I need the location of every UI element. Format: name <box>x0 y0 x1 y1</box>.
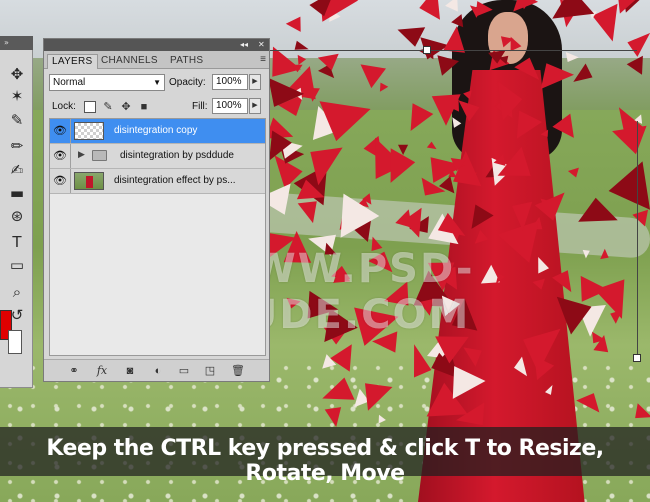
tab-channels[interactable]: CHANNELS <box>97 54 162 69</box>
layer-name: disintegration effect by ps... <box>114 175 236 186</box>
fill-label: Fill: <box>192 101 208 112</box>
shard <box>378 414 386 424</box>
zoom-icon[interactable]: ⌕ <box>6 282 28 302</box>
chevron-down-icon: ▼ <box>153 78 161 87</box>
gradient-icon[interactable]: ▬ <box>6 183 28 203</box>
shard <box>294 40 309 50</box>
divider <box>70 144 71 168</box>
panel-footer: ⚭ fx ◙ ◐ ▭ ◳ 🗑 <box>44 359 269 381</box>
shard <box>397 27 426 47</box>
new-layer-icon[interactable]: ◳ <box>202 363 218 379</box>
layers-panel: ◂◂ ✕ LAYERS CHANNELS PATHS ≡ Normal ▼ Op… <box>43 38 270 382</box>
blend-mode-value: Normal <box>53 77 86 88</box>
fill-input[interactable]: 100% <box>212 98 248 114</box>
transform-bounding-box[interactable] <box>262 46 641 362</box>
layer-row[interactable]: 👁 ▶ disintegration by psddude <box>50 144 265 169</box>
shard <box>592 3 618 42</box>
link-layers-icon[interactable]: ⚭ <box>66 363 82 379</box>
tab-layers[interactable]: LAYERS <box>47 54 98 69</box>
blend-mode-select[interactable]: Normal ▼ <box>49 74 165 91</box>
brush-icon[interactable]: ✏ <box>6 136 28 156</box>
shard <box>576 393 600 413</box>
expand-triangle-icon[interactable]: ▶ <box>78 149 85 160</box>
shard <box>445 0 458 12</box>
lock-position-icon[interactable]: ✥ <box>120 101 132 113</box>
shard <box>635 403 650 419</box>
layer-row[interactable]: 👁 disintegration effect by ps... <box>50 169 265 194</box>
lock-transparent-icon[interactable] <box>84 101 96 113</box>
adjustment-layer-icon[interactable]: ◐ <box>150 363 166 379</box>
lock-all-icon[interactable]: ■ <box>138 101 150 113</box>
layers-list: 👁 disintegration copy 👁 ▶ disintegration… <box>49 118 266 356</box>
divider <box>70 169 71 193</box>
magic-wand-icon[interactable]: ✶ <box>6 86 28 106</box>
shard <box>443 26 465 53</box>
opacity-label: Opacity: <box>169 77 206 88</box>
tab-paths[interactable]: PATHS <box>166 54 207 69</box>
layer-name: disintegration by psddude <box>120 150 234 161</box>
collapse-panel-icon[interactable]: ◂◂ <box>240 40 248 49</box>
tools-panel-header[interactable]: » <box>0 36 33 50</box>
panel-tabs: LAYERS CHANNELS PATHS ≡ <box>44 51 269 69</box>
fx-icon[interactable]: fx <box>94 363 110 379</box>
layer-thumbnail <box>74 122 104 140</box>
transform-box-right-edge <box>637 121 638 359</box>
shard <box>324 407 342 427</box>
opacity-input[interactable]: 100% <box>212 74 248 90</box>
shard <box>552 0 595 19</box>
shard <box>451 14 464 28</box>
layer-row[interactable]: 👁 disintegration copy <box>50 119 265 144</box>
new-group-icon[interactable]: ▭ <box>176 363 192 379</box>
collapse-icon[interactable]: » <box>4 38 9 47</box>
eye-icon[interactable]: 👁 <box>53 150 67 162</box>
shard <box>514 356 527 377</box>
caption-text: Keep the CTRL key pressed & click T to R… <box>46 436 604 486</box>
folder-icon <box>92 150 107 161</box>
shard <box>419 0 440 20</box>
background-color-swatch[interactable] <box>8 330 22 354</box>
shard <box>545 385 553 395</box>
type-icon[interactable]: T <box>6 232 28 252</box>
panel-header[interactable]: ◂◂ ✕ <box>44 39 269 51</box>
shard <box>322 377 355 400</box>
layer-thumbnail <box>74 172 104 190</box>
shard <box>365 383 393 411</box>
divider <box>70 119 71 143</box>
move-icon[interactable]: ✥ <box>6 64 28 84</box>
transform-handle-top[interactable] <box>423 46 431 54</box>
pen-icon[interactable]: ⊛ <box>6 206 28 226</box>
eye-icon[interactable]: 👁 <box>53 175 67 187</box>
shard <box>513 0 539 12</box>
lock-label: Lock: <box>52 101 76 112</box>
shard <box>285 16 301 32</box>
history-brush-icon[interactable]: ✍ <box>6 160 28 180</box>
opacity-slider-arrow-icon[interactable]: ▶ <box>249 74 261 90</box>
panel-menu-icon[interactable]: ≡ <box>260 54 266 65</box>
layer-mask-icon[interactable]: ◙ <box>122 363 138 379</box>
fill-slider-arrow-icon[interactable]: ▶ <box>249 98 261 114</box>
shard <box>452 366 486 399</box>
caption-bar: Keep the CTRL key pressed & click T to R… <box>0 427 650 486</box>
layer-name: disintegration copy <box>114 125 198 136</box>
shape-icon[interactable]: ▭ <box>6 255 28 275</box>
close-panel-icon[interactable]: ✕ <box>258 40 265 49</box>
eyedropper-icon[interactable]: ✎ <box>6 110 28 130</box>
transform-handle-bottom-right[interactable] <box>633 354 641 362</box>
eye-icon[interactable]: 👁 <box>53 125 67 137</box>
trash-icon[interactable]: 🗑 <box>230 363 246 379</box>
lock-image-icon[interactable]: ✎ <box>102 101 114 113</box>
